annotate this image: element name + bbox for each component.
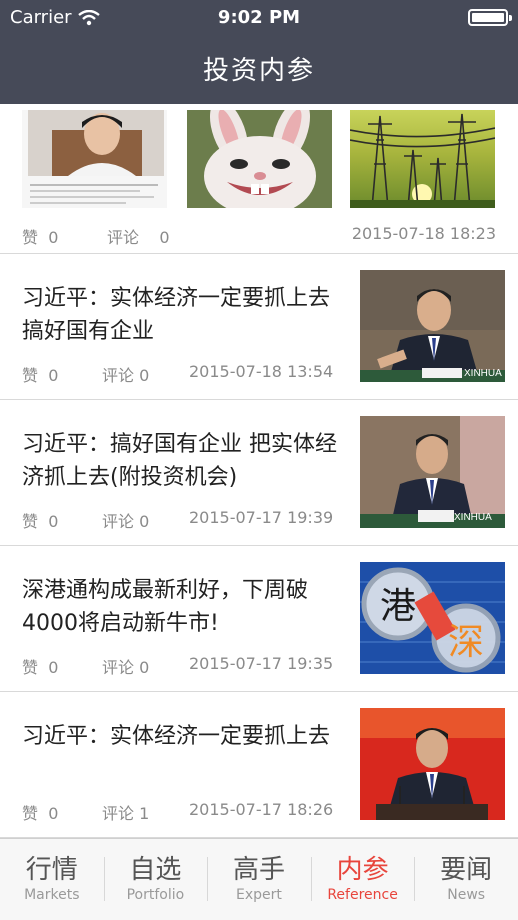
likes-count[interactable]: 赞 0 xyxy=(22,654,58,678)
likes-value: 0 xyxy=(48,228,59,247)
likes-value: 0 xyxy=(48,366,59,385)
comments-value: 0 xyxy=(159,228,170,247)
tab-reference[interactable]: 内参 Reference xyxy=(310,839,415,920)
comments-count[interactable]: 评论 0 xyxy=(102,362,149,386)
page-title: 投资内参 xyxy=(202,56,315,86)
comments-value: 0 xyxy=(139,512,150,531)
comments-label: 评论 xyxy=(107,228,140,247)
tab-sublabel: Reference xyxy=(327,887,398,903)
news-thumbnail-stock-connect: 港 深 xyxy=(360,562,505,674)
news-title: 深港通构成最新利好，下周破4000将启动新牛市! xyxy=(22,578,309,636)
comments-count[interactable]: 评论 0 xyxy=(102,508,149,532)
likes-count[interactable]: 赞 0 xyxy=(22,508,58,532)
tab-sublabel: Expert xyxy=(236,887,282,903)
news-title: 习近平：实体经济一定要抓上去 xyxy=(22,724,331,749)
publish-date: 2015-07-18 18:23 xyxy=(351,224,496,243)
comments-count[interactable]: 评论 0 xyxy=(107,224,170,248)
image-label-gang: 港 xyxy=(380,586,416,627)
news-thumbnail-speaker: XINHUA xyxy=(360,270,505,382)
gallery-image-rabbit xyxy=(187,110,332,208)
news-meta: 赞 0 评论 0 2015-07-18 13:54 xyxy=(22,362,342,386)
likes-count[interactable]: 赞 0 xyxy=(22,362,58,386)
likes-label: 赞 xyxy=(22,658,39,677)
comments-value: 0 xyxy=(139,658,150,677)
tab-bar: 行情 Markets 自选 Portfolio 高手 Expert 内参 Ref… xyxy=(0,838,518,920)
comments-label: 评论 xyxy=(102,804,135,823)
gallery-news-item[interactable]: 赞 0 评论 0 2015-07-18 18:23 xyxy=(0,104,518,254)
tab-sublabel: News xyxy=(447,887,486,903)
news-meta: 赞 0 评论 1 2015-07-17 18:26 xyxy=(22,800,342,824)
news-title: 习近平：实体经济一定要抓上去 搞好国有企业 xyxy=(22,286,331,344)
publish-date: 2015-07-17 19:35 xyxy=(189,654,334,673)
likes-count[interactable]: 赞 0 xyxy=(22,800,58,824)
comments-label: 评论 xyxy=(102,658,135,677)
battery-icon xyxy=(468,9,512,26)
news-thumbnail-podium xyxy=(360,708,505,820)
tab-label: 高手 xyxy=(232,855,285,885)
news-title: 习近平：搞好国有企业 把实体经济抓上去(附投资机会) xyxy=(22,432,337,490)
navigation-bar: Carrier 9:02 PM 投资内参 xyxy=(0,0,518,104)
tab-sublabel: Portfolio xyxy=(126,887,185,903)
gallery-image-portrait xyxy=(22,110,167,208)
status-bar: Carrier 9:02 PM xyxy=(0,0,518,34)
comments-value: 1 xyxy=(139,804,150,823)
watermark-xinhua: XINHUA xyxy=(464,368,502,379)
tab-news[interactable]: 要闻 News xyxy=(414,839,518,920)
gallery-meta: 赞 0 评论 0 2015-07-18 18:23 xyxy=(22,224,496,248)
tab-label: 要闻 xyxy=(440,855,493,885)
tab-markets[interactable]: 行情 Markets xyxy=(0,839,104,920)
news-item[interactable]: 习近平：实体经济一定要抓上去 赞 0 评论 1 2015-07-17 18:26 xyxy=(0,692,518,838)
likes-label: 赞 xyxy=(22,512,39,531)
comments-count[interactable]: 评论 0 xyxy=(102,654,149,678)
likes-label: 赞 xyxy=(22,228,39,247)
likes-value: 0 xyxy=(48,512,59,531)
news-thumbnail-speaker: XINHUA xyxy=(360,416,505,528)
tab-label: 自选 xyxy=(129,855,182,885)
image-label-shen: 深 xyxy=(448,622,484,663)
comments-count[interactable]: 评论 1 xyxy=(102,800,149,824)
gallery-image-powerlines xyxy=(350,110,495,208)
comments-label: 评论 xyxy=(102,512,135,531)
tab-sublabel: Markets xyxy=(24,887,80,903)
likes-value: 0 xyxy=(48,658,59,677)
news-meta: 赞 0 评论 0 2015-07-17 19:39 xyxy=(22,508,342,532)
tab-label: 内参 xyxy=(336,855,389,885)
comments-label: 评论 xyxy=(102,366,135,385)
comments-value: 0 xyxy=(139,366,150,385)
news-item[interactable]: 深港通构成最新利好，下周破4000将启动新牛市! 赞 0 评论 0 2015-0… xyxy=(0,546,518,692)
publish-date: 2015-07-17 18:26 xyxy=(189,800,334,819)
news-item[interactable]: 习近平：实体经济一定要抓上去 搞好国有企业 赞 0 评论 0 2015-07-1… xyxy=(0,254,518,400)
watermark-xinhua: XINHUA xyxy=(454,512,492,523)
tab-portfolio[interactable]: 自选 Portfolio xyxy=(103,839,208,920)
tab-expert[interactable]: 高手 Expert xyxy=(207,839,311,920)
likes-label: 赞 xyxy=(22,804,39,823)
tab-label: 行情 xyxy=(25,855,78,885)
news-item[interactable]: 习近平：搞好国有企业 把实体经济抓上去(附投资机会) 赞 0 评论 0 2015… xyxy=(0,400,518,546)
likes-label: 赞 xyxy=(22,366,39,385)
publish-date: 2015-07-18 13:54 xyxy=(189,362,334,381)
likes-count[interactable]: 赞 0 xyxy=(22,224,58,248)
publish-date: 2015-07-17 19:39 xyxy=(189,508,334,527)
likes-value: 0 xyxy=(48,804,59,823)
news-meta: 赞 0 评论 0 2015-07-17 19:35 xyxy=(22,654,342,678)
status-time: 9:02 PM xyxy=(217,7,301,28)
